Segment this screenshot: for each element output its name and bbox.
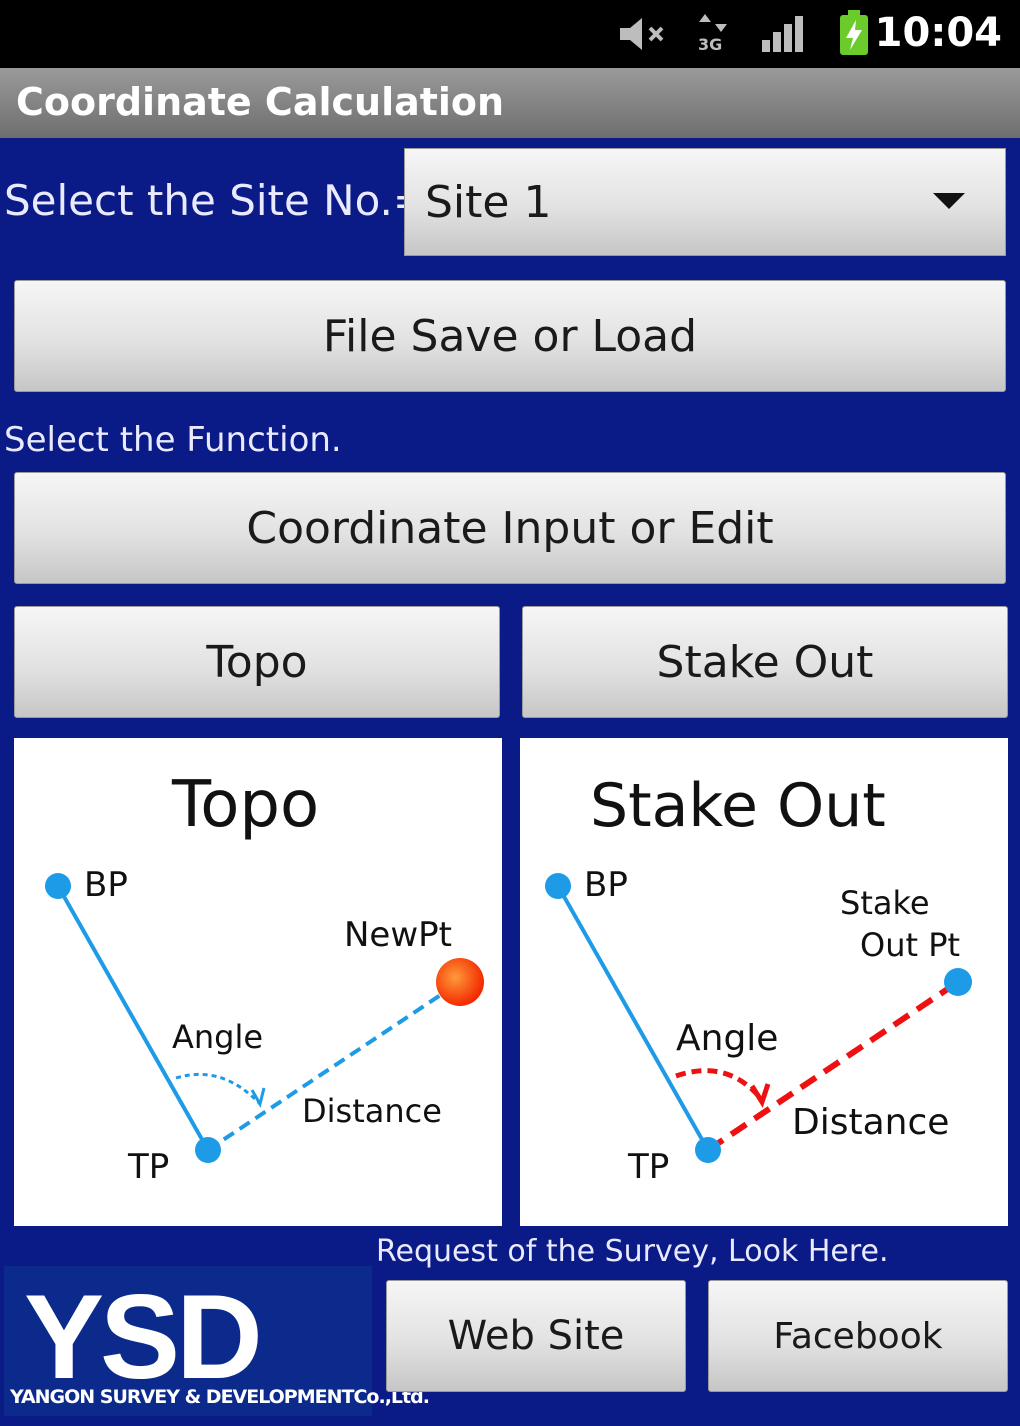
- stake-angle-arrow: [749, 1083, 771, 1108]
- stake-angle-arc: [675, 1068, 764, 1102]
- ysd-logo: YSD YANGON SURVEY & DEVELOPMENTCo.,Ltd.: [4, 1266, 430, 1416]
- topo-bp-label: BP: [84, 865, 128, 905]
- status-bar: 3G 10:04: [0, 0, 1020, 68]
- topo-diagram[interactable]: Topo BP TP NewPt Angle Distance: [14, 738, 502, 1226]
- topo-angle-arc: [175, 1072, 262, 1106]
- topo-tp-label: TP: [127, 1147, 169, 1187]
- topo-newpt-label: NewPt: [344, 915, 452, 955]
- site-select[interactable]: Site 1: [404, 148, 1006, 256]
- topo-distance-label: Distance: [302, 1092, 442, 1130]
- topo-bp-point: [45, 873, 71, 899]
- status-clock: 10:04: [874, 10, 1002, 56]
- stake-out-button[interactable]: Stake Out: [522, 606, 1008, 718]
- battery-charging-icon: [840, 10, 868, 55]
- svg-text:3G: 3G: [698, 35, 722, 54]
- topo-tp-point: [195, 1137, 221, 1163]
- logo-company-name: YANGON SURVEY & DEVELOPMENTCo.,Ltd.: [10, 1386, 430, 1408]
- stake-bp-label: BP: [584, 865, 628, 905]
- topo-diagram-svg: Topo BP TP NewPt Angle Distance: [45, 768, 484, 1187]
- stake-tp-label: TP: [627, 1147, 669, 1187]
- chevron-down-icon: [933, 193, 965, 209]
- web-site-button[interactable]: Web Site: [386, 1280, 686, 1392]
- stake-distance-label: Distance: [792, 1102, 949, 1143]
- stake-angle-label: Angle: [676, 1018, 778, 1059]
- site-label: Select the Site No.=: [4, 176, 429, 225]
- request-label: Request of the Survey, Look Here.: [376, 1234, 889, 1269]
- mute-icon: [620, 18, 664, 50]
- stake-diagram-title: Stake Out: [590, 771, 886, 841]
- stake-out-pt-label-2: Out Pt: [860, 926, 960, 964]
- page-title: Coordinate Calculation: [16, 80, 505, 124]
- stake-out-point: [944, 968, 972, 996]
- topo-button[interactable]: Topo: [14, 606, 500, 718]
- topo-angle-label: Angle: [172, 1018, 263, 1056]
- title-bar: Coordinate Calculation: [0, 68, 1020, 138]
- stake-out-pt-label-1: Stake: [840, 884, 930, 922]
- stake-out-diagram[interactable]: Stake Out BP TP Stake Out Pt Angle Dista…: [520, 738, 1008, 1226]
- stake-diagram-svg: Stake Out BP TP Stake Out Pt Angle Dista…: [545, 771, 972, 1187]
- coordinate-input-button[interactable]: Coordinate Input or Edit: [14, 472, 1006, 584]
- stake-tp-point: [695, 1137, 721, 1163]
- network-3g-icon: 3G: [698, 14, 727, 54]
- facebook-button[interactable]: Facebook: [708, 1280, 1008, 1392]
- topo-newpt-point: [436, 958, 484, 1006]
- file-save-load-button[interactable]: File Save or Load: [14, 280, 1006, 392]
- function-label: Select the Function.: [4, 420, 342, 460]
- signal-icon: [762, 16, 803, 52]
- topo-angle-arrow: [250, 1087, 266, 1108]
- stake-bp-point: [545, 873, 571, 899]
- site-select-value: Site 1: [425, 177, 552, 228]
- topo-diagram-title: Topo: [171, 768, 319, 842]
